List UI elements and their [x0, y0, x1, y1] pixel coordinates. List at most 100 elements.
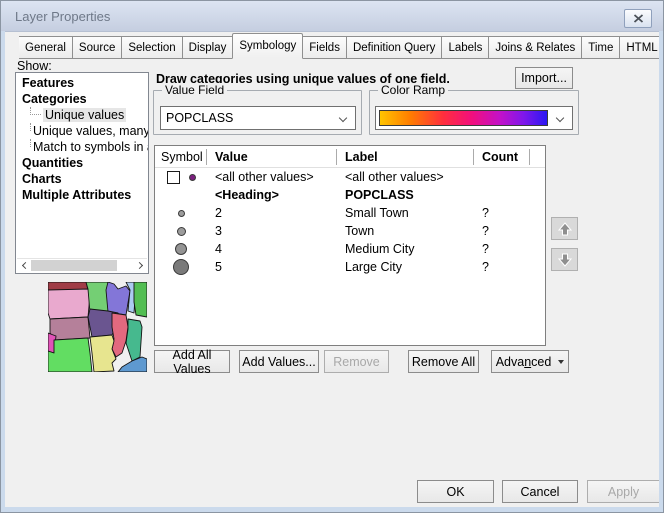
- cancel-button[interactable]: Cancel: [502, 480, 578, 503]
- symbol-cell: [155, 227, 207, 236]
- action-button[interactable]: Remove All: [408, 350, 479, 373]
- tree-item-label: Unique values, many: [33, 124, 149, 138]
- tab[interactable]: Symbology: [232, 33, 303, 59]
- tree-connector-icon: [30, 139, 31, 147]
- count-cell: ?: [474, 242, 530, 256]
- value-field-group: Value Field POPCLASS: [153, 90, 362, 135]
- tree-item[interactable]: Match to symbols in a: [16, 139, 148, 155]
- table-row[interactable]: <Heading> POPCLASS: [155, 186, 545, 204]
- table-row[interactable]: <all other values> <all other values>: [155, 168, 545, 186]
- column-header-count[interactable]: Count: [474, 149, 530, 165]
- action-button[interactable]: Add All Values: [154, 350, 230, 373]
- value-cell: 2: [207, 206, 337, 220]
- scroll-right-icon[interactable]: [133, 259, 147, 272]
- action-button[interactable]: Add Values...: [239, 350, 319, 373]
- window-border: [1, 507, 663, 512]
- value-cell: 4: [207, 242, 337, 256]
- tab[interactable]: Labels: [442, 36, 489, 59]
- tree-item-label: Match to symbols in a: [33, 140, 149, 154]
- show-label: Show:: [17, 59, 52, 73]
- tab-label: Joins & Relates: [495, 42, 575, 54]
- tab[interactable]: Selection: [122, 36, 182, 59]
- tab[interactable]: HTML Popup: [620, 36, 664, 59]
- tree-connector-icon: [30, 107, 41, 115]
- tab-label: Labels: [448, 42, 482, 54]
- tab[interactable]: Fields: [303, 36, 347, 59]
- point-symbol-icon[interactable]: [177, 227, 186, 236]
- color-ramp-swatch: [379, 110, 548, 126]
- symbol-cell: [155, 210, 207, 217]
- symbol-cell: [155, 243, 207, 255]
- table-row[interactable]: 3 Town ?: [155, 222, 545, 240]
- values-table: Symbol Value Label Count <all other valu…: [154, 145, 546, 346]
- label-cell: <all other values>: [337, 170, 474, 184]
- scrollbar-thumb[interactable]: [31, 260, 117, 271]
- titlebar[interactable]: Layer Properties: [1, 1, 663, 32]
- table-row[interactable]: 2 Small Town ?: [155, 204, 545, 222]
- action-button-label: Add All Values: [155, 348, 229, 376]
- move-down-button[interactable]: [551, 248, 578, 271]
- tab-label: Fields: [309, 42, 340, 54]
- tab-label: General: [25, 42, 66, 54]
- symbol-cell: [155, 259, 207, 275]
- tree-item[interactable]: Features: [16, 75, 148, 91]
- window-border: [1, 31, 5, 512]
- column-header-label[interactable]: Label: [337, 149, 474, 165]
- tree-item[interactable]: Unique values: [16, 107, 148, 123]
- tab-label: Display: [189, 42, 227, 54]
- table-row[interactable]: 5 Large City ?: [155, 258, 545, 276]
- advanced-button[interactable]: Advanced: [491, 350, 569, 373]
- tree-item-label: Charts: [22, 172, 62, 186]
- tree-item[interactable]: Quantities: [16, 155, 148, 171]
- point-symbol-icon[interactable]: [178, 210, 185, 217]
- tab-label: Time: [588, 42, 613, 54]
- point-symbol-icon[interactable]: [189, 174, 196, 181]
- table-header: Symbol Value Label Count: [155, 146, 545, 168]
- tab-label: Definition Query: [353, 42, 435, 54]
- tab[interactable]: Definition Query: [347, 36, 442, 59]
- tree-item[interactable]: Categories: [16, 91, 148, 107]
- value-field-dropdown[interactable]: POPCLASS: [160, 106, 356, 130]
- tree-connector-icon: [30, 123, 31, 131]
- tree-horizontal-scrollbar[interactable]: [17, 258, 147, 272]
- value-cell: 5: [207, 260, 337, 274]
- all-other-values-checkbox[interactable]: [167, 171, 180, 184]
- tab[interactable]: General: [19, 36, 73, 59]
- tree-item[interactable]: Multiple Attributes: [16, 187, 148, 203]
- value-field-label: Value Field: [162, 83, 227, 97]
- column-header-symbol[interactable]: Symbol: [155, 149, 207, 165]
- tree-item-label: Categories: [22, 92, 87, 106]
- apply-button[interactable]: Apply: [587, 480, 660, 503]
- tab[interactable]: Time: [582, 36, 620, 59]
- label-cell: Large City: [337, 260, 474, 274]
- tree-item[interactable]: Unique values, many: [16, 123, 148, 139]
- tab-label: Symbology: [239, 40, 296, 52]
- color-ramp-dropdown[interactable]: [375, 106, 573, 130]
- point-symbol-icon[interactable]: [173, 259, 189, 275]
- value-cell: <all other values>: [207, 170, 337, 184]
- column-header-value[interactable]: Value: [207, 149, 337, 165]
- scroll-left-icon[interactable]: [17, 259, 31, 272]
- action-button[interactable]: Remove: [324, 350, 389, 373]
- count-cell: ?: [474, 260, 530, 274]
- tab[interactable]: Display: [183, 36, 234, 59]
- table-row[interactable]: 4 Medium City ?: [155, 240, 545, 258]
- label-cell: Small Town: [337, 206, 474, 220]
- ok-button[interactable]: OK: [417, 480, 494, 503]
- move-up-button[interactable]: [551, 217, 578, 240]
- action-button-label: Remove All: [412, 355, 475, 369]
- point-symbol-icon[interactable]: [175, 243, 187, 255]
- layer-preview-map: [48, 282, 147, 372]
- chevron-down-icon: [339, 114, 347, 122]
- tab[interactable]: Source: [73, 36, 122, 59]
- tree-item-label: Multiple Attributes: [22, 188, 131, 202]
- close-button[interactable]: [624, 9, 652, 28]
- tree-item-label: Features: [22, 76, 74, 90]
- tab[interactable]: Joins & Relates: [489, 36, 582, 59]
- import-button[interactable]: Import...: [515, 67, 573, 89]
- symbology-method-tree: Features Categories Unique values Unique…: [15, 72, 149, 274]
- value-cell: <Heading>: [207, 188, 337, 202]
- symbol-cell: [155, 171, 207, 184]
- tree-item[interactable]: Charts: [16, 171, 148, 187]
- label-cell: POPCLASS: [337, 188, 474, 202]
